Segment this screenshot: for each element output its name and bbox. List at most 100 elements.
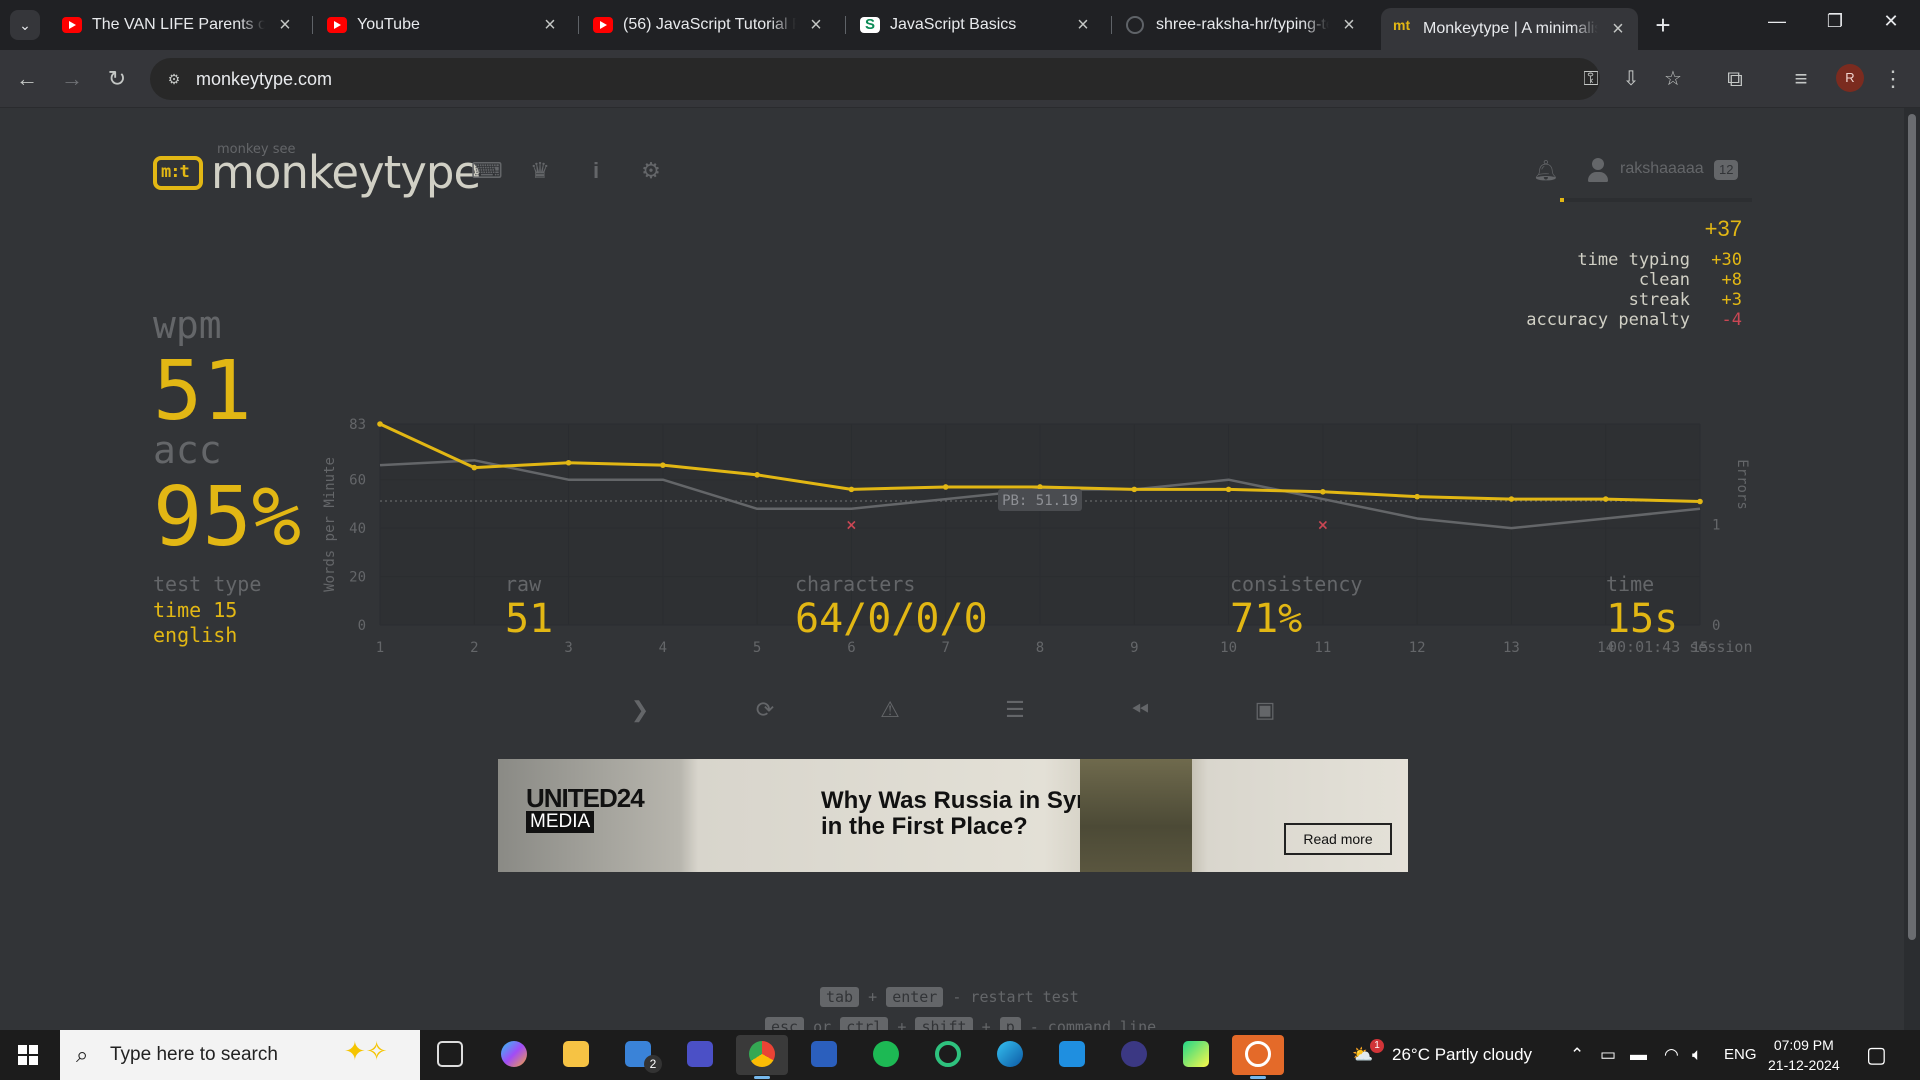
restart-icon[interactable]: ⟳ <box>747 692 783 728</box>
raw-label: raw <box>505 572 542 596</box>
tab-monkeytype[interactable]: mt Monkeytype | A minimalistic × <box>1381 8 1638 50</box>
browser-menu-icon[interactable]: ⋮ <box>1878 64 1908 94</box>
minimize-button[interactable]: — <box>1748 0 1806 42</box>
install-app-icon[interactable]: ⇩ <box>1616 64 1646 94</box>
notification-center-icon[interactable]: ▢ <box>1866 1030 1887 1080</box>
word-icon[interactable] <box>798 1035 850 1075</box>
edge-icon[interactable] <box>984 1035 1036 1075</box>
advertisement-banner[interactable]: UNITED24 MEDIA Why Was Russia in Syria i… <box>498 759 1408 872</box>
close-tab-icon[interactable]: × <box>540 8 560 42</box>
youtube-icon <box>327 17 347 33</box>
copilot-icon[interactable] <box>488 1035 540 1075</box>
back-button[interactable]: ← <box>12 64 42 94</box>
timer-app-icon[interactable] <box>1232 1035 1284 1079</box>
screenshot-icon[interactable]: ▣ <box>1247 692 1283 728</box>
tab-js-tutorial[interactable]: (56) JavaScript Tutorial Full Course × <box>581 8 836 42</box>
tab-github-repo[interactable]: shree-raksha-hr/typing-test × <box>1114 8 1369 42</box>
tray-device-icon[interactable]: ▭ <box>1600 1030 1616 1080</box>
x-tick-label: 1 <box>376 640 384 656</box>
y-tick-label: 60 <box>349 473 366 489</box>
spotify-icon[interactable] <box>860 1035 912 1075</box>
key-icon[interactable]: ⚿ <box>1576 64 1606 94</box>
weather-text[interactable]: 26°C Partly cloudy <box>1392 1030 1532 1080</box>
notification-bell-icon[interactable]: 🔔︎ <box>1531 156 1561 186</box>
url-text[interactable]: monkeytype.com <box>196 58 332 100</box>
y-tick-label: 20 <box>349 570 366 586</box>
wifi-icon[interactable]: ◠ <box>1664 1030 1679 1080</box>
vscode-icon[interactable] <box>1046 1035 1098 1075</box>
y-axis-label: Words per Minute <box>322 457 338 592</box>
crown-icon[interactable]: ♛ <box>525 156 555 186</box>
profile-avatar[interactable]: R <box>1836 64 1864 92</box>
or-text: or <box>813 1018 832 1030</box>
username[interactable]: rakshaaaaa <box>1620 160 1704 178</box>
volume-icon[interactable]: 🔈︎ <box>1692 1030 1702 1080</box>
pycharm-icon[interactable] <box>1170 1035 1222 1075</box>
close-tab-icon[interactable]: × <box>1608 12 1628 46</box>
file-explorer-icon[interactable] <box>550 1035 602 1075</box>
warning-icon[interactable]: ⚠ <box>872 692 908 728</box>
media-control-icon[interactable]: ≡ <box>1786 64 1816 94</box>
words-history-icon[interactable]: ☰ <box>997 692 1033 728</box>
x-tick-label: 7 <box>941 640 949 656</box>
taskbar-clock[interactable]: 07:09 PM 21-12-2024 <box>1768 1035 1840 1075</box>
user-icon[interactable] <box>1586 158 1610 184</box>
y-tick-label: 40 <box>349 521 366 537</box>
wpm-data-point <box>1602 496 1609 502</box>
taskbar-search-box[interactable]: ⌕ Type here to search ✦✧ <box>60 1030 420 1080</box>
close-window-button[interactable]: ✕ <box>1862 0 1920 42</box>
battery-icon[interactable]: ▬ <box>1630 1030 1647 1080</box>
x-tick-label: 6 <box>847 640 855 656</box>
site-info-icon[interactable]: ⚙ <box>164 69 184 89</box>
wpm-data-point <box>754 472 760 478</box>
test-type-language[interactable]: english <box>153 623 237 647</box>
task-view-icon[interactable] <box>424 1035 476 1075</box>
loading-app-icon[interactable] <box>922 1035 974 1075</box>
tab-title: YouTube <box>357 16 420 33</box>
extensions-icon[interactable]: ⧉ <box>1720 64 1750 94</box>
browser-toolbar: ← → ↻ ⚙ monkeytype.com ⚿ ⇩ ☆ ⧉ ≡ R ⋮ <box>0 50 1920 108</box>
settings-gear-icon[interactable]: ⚙ <box>636 156 666 186</box>
tab-youtube[interactable]: YouTube × <box>315 8 570 42</box>
chrome-icon[interactable] <box>736 1035 788 1079</box>
youtube-icon <box>593 17 613 33</box>
reload-button[interactable]: ↻ <box>102 64 132 94</box>
test-type-mode[interactable]: time 15 <box>153 598 237 622</box>
ad-read-more-button[interactable]: Read more <box>1284 823 1392 855</box>
logo-text[interactable]: monkeytype <box>211 146 481 199</box>
new-tab-button[interactable]: + <box>1648 10 1678 40</box>
address-bar[interactable]: ⚙ monkeytype.com ⚿ ⇩ ☆ <box>150 58 1682 100</box>
restore-button[interactable]: ❐ <box>1806 0 1864 42</box>
x-tick-label: 12 <box>1409 640 1426 656</box>
pen-app-icon[interactable] <box>674 1035 726 1075</box>
close-tab-icon[interactable]: × <box>1073 8 1093 42</box>
scrollbar-thumb[interactable] <box>1908 114 1916 940</box>
next-test-icon[interactable]: ❯ <box>622 692 658 728</box>
tab-search-button[interactable]: ⌄ <box>10 10 40 40</box>
windows-start-icon[interactable] <box>18 1045 38 1065</box>
close-tab-icon[interactable]: × <box>1339 8 1359 42</box>
tab-js-basics[interactable]: S JavaScript Basics × <box>848 8 1103 42</box>
tray-overflow-icon[interactable]: ⌃ <box>1570 1030 1584 1080</box>
monkeytype-logo-icon[interactable]: m:t <box>153 156 203 190</box>
page-scrollbar[interactable] <box>1904 108 1920 1030</box>
wpm-data-point <box>565 459 572 466</box>
weather-icon[interactable]: ⛅ <box>1352 1030 1373 1080</box>
y-tick-label: 0 <box>358 618 366 634</box>
mail-icon[interactable]: 2 <box>612 1035 664 1075</box>
x-tick-label: 13 <box>1503 640 1520 656</box>
mail-badge: 2 <box>644 1055 662 1073</box>
forward-button[interactable]: → <box>57 64 87 94</box>
replay-icon[interactable]: ⏪︎ <box>1122 692 1158 728</box>
close-tab-icon[interactable]: × <box>275 8 295 42</box>
wpm-value: 51 <box>153 344 252 439</box>
tab-strip: ⌄ The VAN LIFE Parents of TikTok × YouTu… <box>0 0 1920 50</box>
eclipse-icon[interactable] <box>1108 1035 1160 1075</box>
bookmark-star-icon[interactable]: ☆ <box>1658 64 1688 94</box>
info-icon[interactable]: i <box>581 156 611 186</box>
language-indicator[interactable]: ENG <box>1724 1030 1757 1080</box>
test-type-label: test type <box>153 572 262 596</box>
tab-van-life[interactable]: The VAN LIFE Parents of TikTok × <box>50 8 305 42</box>
keyboard-icon[interactable]: ⌨ <box>471 156 503 186</box>
close-tab-icon[interactable]: × <box>806 8 826 42</box>
